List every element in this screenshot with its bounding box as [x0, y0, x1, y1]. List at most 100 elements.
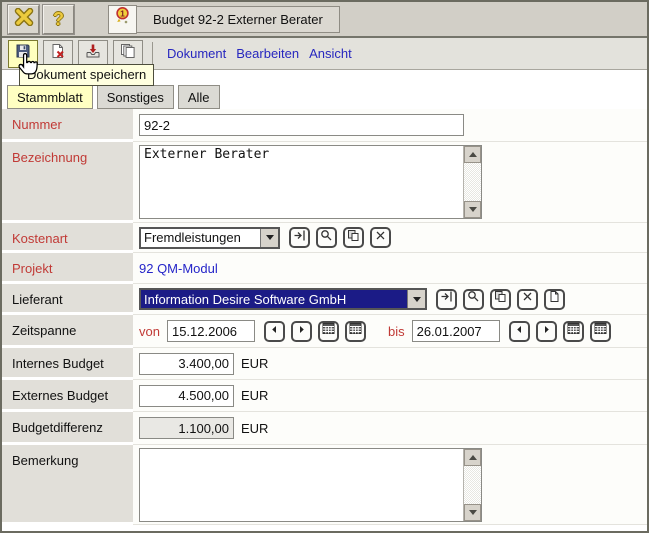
kostenart-paste-button[interactable] [343, 227, 364, 248]
lieferant-value: Information Desire Software GmbH [141, 290, 407, 308]
clear-x-icon [374, 229, 387, 247]
menu-bearbeiten[interactable]: Bearbeiten [231, 46, 304, 61]
row-bemerkung: Bemerkung [2, 445, 647, 525]
lieferant-search-button[interactable] [463, 289, 484, 310]
arrow-up-icon [469, 455, 477, 460]
toolbar-separator [152, 42, 153, 66]
floppy-disk-icon [15, 43, 31, 64]
tab-alle[interactable]: Alle [178, 85, 220, 109]
lieferant-new-button[interactable] [544, 289, 565, 310]
row-kostenart: Kostenart Fremdleistungen [2, 223, 647, 253]
close-icon [14, 8, 34, 31]
von-next-button[interactable] [291, 321, 312, 342]
help-button[interactable]: ? [43, 5, 74, 34]
document-badge-button[interactable]: 1 [108, 5, 137, 34]
arrow-left-icon [514, 322, 525, 340]
arrow-right-icon [296, 322, 307, 340]
row-nummer: Nummer [2, 109, 647, 142]
scroll-down-button[interactable] [464, 504, 481, 521]
row-internes-budget: Internes Budget EUR [2, 348, 647, 380]
bezeichnung-text[interactable]: Externer Berater [140, 146, 463, 218]
bezeichnung-scrollbar[interactable] [463, 146, 481, 218]
medal-icon: 1 [113, 6, 132, 32]
externes-budget-currency: EUR [241, 388, 268, 403]
von-label: von [139, 324, 160, 339]
tab-sonstiges[interactable]: Sonstiges [97, 85, 174, 109]
internes-budget-currency: EUR [241, 356, 268, 371]
title-bar: ? 1 Budget 92-2 Externer Berater [2, 2, 647, 38]
von-prev-button[interactable] [264, 321, 285, 342]
lieferant-goto-button[interactable] [436, 289, 457, 310]
bis-date-input[interactable] [412, 320, 500, 342]
budget-form: Nummer Bezeichnung Externer Berater Kost… [2, 109, 647, 525]
arrow-up-icon [469, 152, 477, 157]
nummer-label: Nummer [2, 109, 133, 142]
row-zeitspanne: Zeitspanne von [2, 315, 647, 348]
kostenart-search-button[interactable] [316, 227, 337, 248]
row-budgetdifferenz: Budgetdifferenz EUR [2, 412, 647, 445]
bemerkung-label: Bemerkung [2, 445, 133, 525]
search-icon [320, 229, 333, 247]
calendar-icon [594, 322, 607, 340]
kostenart-dropdown-button[interactable] [260, 229, 278, 247]
lieferant-clear-button[interactable] [517, 289, 538, 310]
copy-pages-icon [120, 43, 137, 64]
scroll-up-button[interactable] [464, 449, 481, 466]
bis-calendar2-button[interactable] [590, 321, 611, 342]
zeitspanne-label: Zeitspanne [2, 315, 133, 348]
kostenart-label: Kostenart [2, 223, 133, 253]
paste-pages-icon [494, 290, 507, 308]
calendar-icon [349, 322, 362, 340]
bis-next-button[interactable] [536, 321, 557, 342]
scroll-down-button[interactable] [464, 201, 481, 218]
von-calendar-button[interactable] [318, 321, 339, 342]
row-projekt: Projekt 92 QM-Modul [2, 253, 647, 284]
projekt-label: Projekt [2, 253, 133, 284]
von-date-input[interactable] [167, 320, 255, 342]
chevron-down-icon [413, 297, 421, 302]
internes-budget-input[interactable] [139, 353, 234, 375]
clear-x-icon [521, 290, 534, 308]
kostenart-goto-button[interactable] [289, 227, 310, 248]
search-icon [467, 290, 480, 308]
document-title-group: 1 Budget 92-2 Externer Berater [108, 5, 340, 34]
app-window: ? 1 Budget 92-2 Externer Berater [0, 0, 649, 533]
kostenart-select[interactable]: Fremdleistungen [139, 227, 280, 249]
bezeichnung-label: Bezeichnung [2, 142, 133, 223]
lieferant-dropdown-button[interactable] [407, 290, 425, 308]
menu-ansicht[interactable]: Ansicht [304, 46, 357, 61]
budgetdifferenz-input [139, 417, 234, 439]
tray-arrow-down-icon [85, 43, 101, 64]
kostenart-value: Fremdleistungen [141, 229, 260, 247]
bemerkung-scrollbar[interactable] [463, 449, 481, 521]
arrow-down-icon [469, 510, 477, 515]
bezeichnung-textarea[interactable]: Externer Berater [139, 145, 482, 219]
calendar-icon [567, 322, 580, 340]
lieferant-select[interactable]: Information Desire Software GmbH [139, 288, 427, 310]
menu-dokument[interactable]: Dokument [162, 46, 231, 61]
lieferant-paste-button[interactable] [490, 289, 511, 310]
bemerkung-textarea[interactable] [139, 448, 482, 522]
bis-calendar-button[interactable] [563, 321, 584, 342]
budgetdifferenz-currency: EUR [241, 421, 268, 436]
internes-budget-label: Internes Budget [2, 348, 133, 380]
bis-label: bis [388, 324, 405, 339]
goto-icon [440, 290, 453, 308]
window-title: Budget 92-2 Externer Berater [137, 6, 340, 33]
help-icon: ? [53, 10, 64, 28]
nummer-input[interactable] [139, 114, 464, 136]
calendar-icon [322, 322, 335, 340]
row-externes-budget: Externes Budget EUR [2, 380, 647, 412]
bis-prev-button[interactable] [509, 321, 530, 342]
close-button[interactable] [8, 5, 39, 34]
bemerkung-text[interactable] [140, 449, 463, 521]
scroll-up-button[interactable] [464, 146, 481, 163]
tab-stammblatt[interactable]: Stammblatt [7, 85, 93, 109]
projekt-link[interactable]: 92 QM-Modul [139, 261, 218, 276]
kostenart-clear-button[interactable] [370, 227, 391, 248]
externes-budget-input[interactable] [139, 385, 234, 407]
new-document-icon [548, 290, 561, 308]
chevron-down-icon [266, 235, 274, 240]
von-calendar2-button[interactable] [345, 321, 366, 342]
lieferant-label: Lieferant [2, 284, 133, 315]
